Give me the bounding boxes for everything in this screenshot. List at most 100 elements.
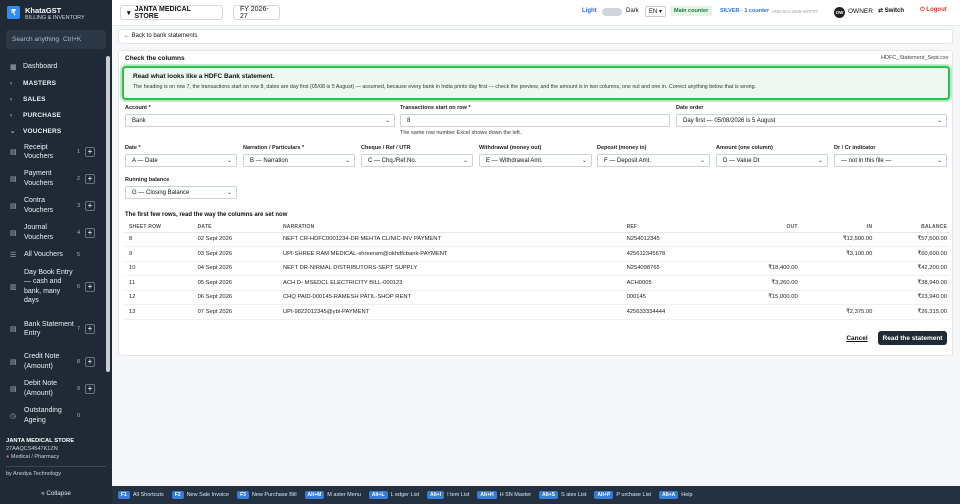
shortcut-item[interactable]: F3 New Purchase Bill — [237, 491, 297, 499]
shortcut-item[interactable]: Alt+H H SN Master — [477, 491, 531, 499]
sidebar-item-credit-note[interactable]: ▤ Credit Note (Amount) 8 + — [0, 348, 112, 375]
account-label: Account * — [125, 105, 151, 111]
avatar[interactable]: OW — [834, 7, 845, 18]
chevron-down-icon: ⌄ — [462, 158, 468, 164]
sidebar-item-bank-statement[interactable]: ▤ Bank Statement Entry 7 + — [0, 310, 112, 348]
read-statement-button[interactable]: Read the statement — [878, 331, 947, 345]
company-gstin: 27AAQCS4547K1ZN — [6, 446, 58, 452]
sidebar-scrollbar[interactable] — [106, 56, 110, 372]
txstart-input[interactable]: 8 — [400, 114, 670, 127]
file-name: HDFC_Statement_Sept.csv — [881, 55, 949, 61]
deposit-col-label: Deposit (money in) — [597, 145, 647, 151]
col-ref: REF — [626, 222, 727, 233]
company-switcher[interactable]: ▾ JANTA MEDICAL STORE — [120, 5, 223, 20]
shortcut-item[interactable]: Alt+I I tem List — [427, 491, 469, 499]
add-journal-button[interactable]: + — [85, 227, 95, 238]
cancel-button[interactable]: Cancel — [841, 331, 873, 345]
sidebar-item-outstanding-ageing[interactable]: ◷ Outstanding Ageing 0 — [0, 402, 112, 429]
account-select[interactable]: Bank ⌄ — [125, 114, 395, 127]
add-debit-note-button[interactable]: + — [85, 383, 95, 394]
fy-selector[interactable]: FY 2026-27 — [233, 5, 280, 20]
sidebar-item-journal[interactable]: ▤ Journal Vouchers 4 + — [0, 219, 112, 246]
col-narration: NARRATION — [282, 222, 627, 233]
chevron-down-icon: ⌄ — [10, 128, 16, 135]
sidebar-item-day-book[interactable]: ▥ Day Book Entry — cash and bank, many da… — [0, 263, 112, 310]
balance-col-select[interactable]: G — Closing Balance ⌄ — [125, 186, 237, 199]
cheque-col-select[interactable]: C — Chq./Ref.No. ⌄ — [361, 154, 473, 167]
table-row: 10 04 Sept 2026 NEFT DR-NIRMAL DISTRIBUTOR… — [124, 261, 950, 276]
cell-ref: 425612345678 — [626, 246, 727, 262]
col-sheet-row: SHEET ROW — [124, 222, 198, 233]
shortcut-item[interactable]: F2 New Sale Invoice — [171, 491, 230, 499]
add-receipt-button[interactable]: + — [85, 147, 95, 157]
light-theme-toggle[interactable]: Light — [582, 8, 597, 14]
chevron-down-icon: ⌄ — [226, 190, 232, 196]
add-payment-button[interactable]: + — [85, 173, 95, 184]
cell-narration: CHQ PAID-000145-RAMESH PATIL-SHOP RENT — [282, 290, 627, 305]
deposit-col-select[interactable]: F — Deposit Amt. ⌄ — [597, 154, 710, 167]
app-name: KhataGST — [25, 6, 62, 15]
amount-col-label: Amount (one column) — [716, 145, 773, 151]
company-name: JANTA MEDICAL STORE — [6, 438, 75, 444]
shortcut-item[interactable]: Alt+P P urchase List — [594, 491, 651, 499]
shortcut-item[interactable]: Alt+L L edger List — [368, 491, 419, 499]
journal-icon: ▤ — [10, 229, 17, 237]
withdrawal-col-select[interactable]: E — Withdrawal Amt. ⌄ — [479, 154, 592, 167]
chevron-right-icon: › — [10, 79, 13, 87]
cell-date: 06 Sept 2026 — [197, 290, 283, 305]
sidebar-item-receipt[interactable]: ▤ Receipt Vouchers 1 + — [0, 139, 112, 165]
shortcut-item[interactable]: Alt+A Help — [659, 491, 693, 499]
cell-ref: ACH0005 — [626, 275, 727, 291]
date-col-select[interactable]: A — Date ⌄ — [125, 154, 237, 167]
cell-sheet-row: 13 — [124, 304, 198, 320]
cell-in — [800, 275, 876, 291]
language-select[interactable]: EN ▾ — [645, 6, 667, 17]
table-header-row: SHEET ROW DATE NARRATION REF OUT IN BALA… — [124, 222, 950, 233]
sidebar-search[interactable]: Search anything Ctrl+K — [6, 30, 106, 49]
cell-narration: NEFT DR-NIRMAL DISTRIBUTORS-SEPT SUPPLY — [282, 261, 627, 276]
add-bank-statement-button[interactable]: + — [85, 324, 95, 334]
shortcut-key: F2 — [171, 491, 184, 499]
shortcut-key: F1 — [118, 491, 130, 499]
sidebar-item-contra[interactable]: ▤ Contra Vouchers 3 + — [0, 192, 112, 219]
add-day-book-button[interactable]: + — [85, 281, 95, 292]
theme-switch[interactable] — [602, 8, 622, 16]
switch-button[interactable]: ⇄ Switch — [878, 7, 904, 14]
shortcut-key: Alt+S — [539, 491, 559, 499]
cell-date: 07 Sept 2026 — [197, 304, 283, 320]
sidebar-item-all-vouchers[interactable]: ☰ All Vouchers 5 — [0, 246, 112, 263]
sidebar-section-sales[interactable]: › SALES — [0, 91, 112, 107]
cell-out — [726, 304, 801, 320]
cell-balance: ₹60,600.00 — [875, 246, 950, 262]
sidebar-item-dashboard[interactable]: ▦ Dashboard — [0, 58, 112, 75]
date-order-select[interactable]: Day first — 05/08/2026 is 5 August ⌄ — [676, 114, 947, 127]
payment-icon: ▤ — [10, 175, 17, 183]
txstart-hint: The same row number Excel shows down the… — [400, 130, 522, 136]
sidebar-item-payment[interactable]: ▤ Payment Vouchers 2 + — [0, 165, 112, 192]
back-link[interactable]: ← Back to bank statements — [124, 33, 197, 39]
sidebar-item-debit-note[interactable]: ▤ Debit Note (Amount) 9 + — [0, 375, 112, 402]
cell-ref: 000145 — [626, 290, 727, 305]
shortcut-item[interactable]: Alt+M M aster Menu — [304, 491, 361, 499]
add-credit-note-button[interactable]: + — [85, 356, 95, 367]
cell-date: 05 Sept 2026 — [197, 275, 283, 291]
amount-col-select[interactable]: D — Value Dt ⌄ — [716, 154, 828, 167]
shortcut-item[interactable]: F1 All Shortcuts — [118, 491, 164, 499]
shortcut-key: Alt+A — [659, 491, 679, 499]
note-icon: ▤ — [10, 385, 17, 393]
drcr-col-select[interactable]: — not in this file — ⌄ — [834, 154, 947, 167]
logout-button[interactable]: ⏻ Logout — [920, 7, 947, 14]
shortcut-label: S ales List — [561, 492, 587, 498]
owner-name[interactable]: OWNER — [848, 8, 873, 15]
sidebar-section-masters[interactable]: › MASTERS — [0, 75, 112, 91]
shortcut-item[interactable]: Alt+S S ales List — [539, 491, 586, 499]
receipt-icon: ▤ — [10, 149, 17, 156]
chevron-down-icon: ⌄ — [936, 118, 942, 124]
add-contra-button[interactable]: + — [85, 200, 95, 211]
shortcut-label: New Sale Invoice — [186, 492, 230, 498]
narration-col-select[interactable]: B — Narration ⌄ — [243, 154, 355, 167]
sidebar-section-vouchers[interactable]: ⌄ VOUCHERS — [0, 123, 112, 139]
dark-theme-toggle[interactable]: Dark — [626, 8, 639, 14]
collapse-button[interactable]: « Collapse — [0, 490, 112, 497]
sidebar-section-purchase[interactable]: › PURCHASE — [0, 107, 112, 123]
